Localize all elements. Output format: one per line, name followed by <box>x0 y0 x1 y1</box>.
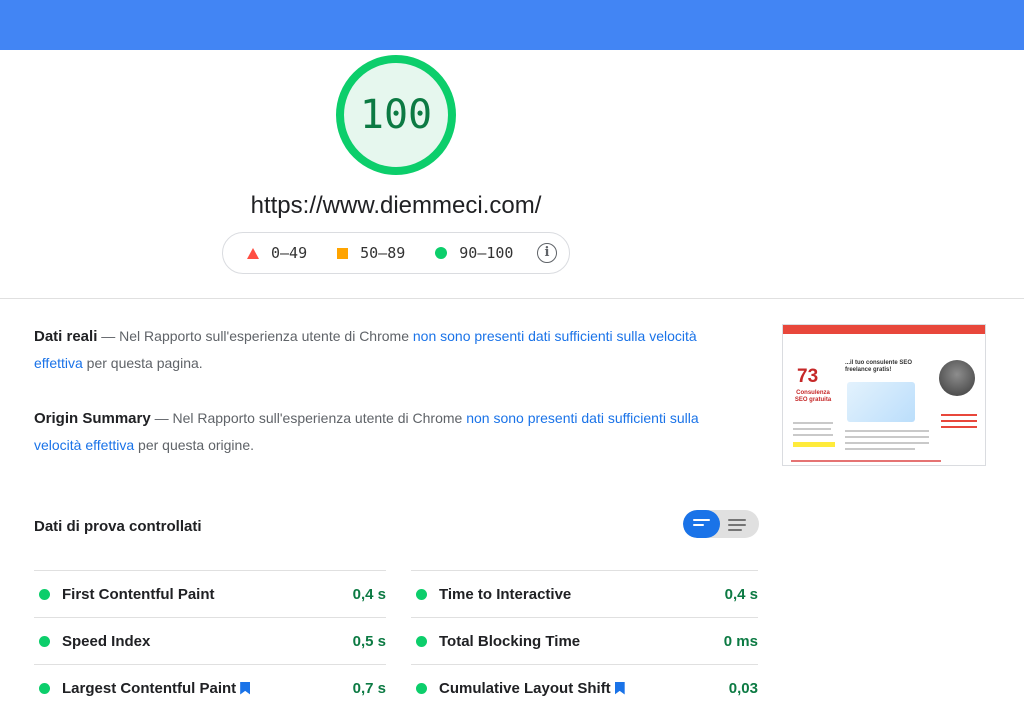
legend-pass-label: 90–100 <box>459 244 514 262</box>
triangle-icon <box>247 247 259 259</box>
metric-label: Largest Contentful Paint <box>62 679 237 697</box>
pass-circle-icon <box>416 635 427 647</box>
legend-average-label: 50–89 <box>360 244 406 262</box>
origin-summary-text: — Nel Rapporto sull'esperienza utente di… <box>150 410 467 426</box>
field-data-title: Dati reali <box>34 328 98 345</box>
thumbnail-text-line <box>793 422 833 424</box>
field-data-text-after: per questa pagina. <box>82 355 203 371</box>
bookmark-icon <box>240 681 251 695</box>
metric-row: Cumulative Layout Shift 0,03 <box>411 664 758 711</box>
origin-summary-text-after: per questa origine. <box>134 437 254 453</box>
square-icon <box>337 247 349 259</box>
metric-label: Total Blocking Time <box>439 632 581 650</box>
metric-row: Largest Contentful Paint 0,7 s <box>34 664 386 711</box>
circle-icon <box>435 247 448 259</box>
legend-fail-label: 0–49 <box>271 244 308 262</box>
thumbnail-left-label: Consulenza SEO gratuita <box>794 390 832 403</box>
metric-value-first-contentful-paint: 0,4 s <box>352 585 386 603</box>
section-divider <box>0 298 1024 299</box>
metric-label: First Contentful Paint <box>62 585 215 603</box>
metric-row: First Contentful Paint 0,4 s <box>34 570 386 617</box>
legend-average: 50–89 <box>337 244 405 262</box>
lab-data-title: Dati di prova controllati <box>34 518 202 535</box>
top-bar <box>0 0 1024 50</box>
metric-name-cumulative-layout-shift: Cumulative Layout Shift <box>439 680 625 697</box>
pass-circle-icon <box>416 588 427 600</box>
origin-summary-section: Origin Summary — Nel Rapporto sull'esper… <box>34 405 714 458</box>
thumbnail-header <box>783 325 985 334</box>
thumbnail-headline: ...il tuo consulente SEO freelance grati… <box>845 360 913 373</box>
info-icon[interactable]: i <box>537 243 557 263</box>
thumbnail-text-line <box>941 426 977 428</box>
bookmark-icon <box>614 681 625 695</box>
metric-name-largest-contentful-paint: Largest Contentful Paint <box>62 679 251 697</box>
metric-name-time-to-interactive: Time to Interactive <box>439 586 571 603</box>
compact-view-icon <box>693 519 710 529</box>
pass-circle-icon <box>39 635 50 647</box>
thumbnail-logo: 73 <box>797 366 819 387</box>
thumbnail-highlight <box>793 442 835 447</box>
legend-fail: 0–49 <box>247 244 307 262</box>
field-data-text: — Nel Rapporto sull'esperienza utente di… <box>97 328 413 344</box>
thumbnail-text-line <box>941 420 977 422</box>
thumbnail-text-line <box>941 414 977 416</box>
pass-circle-icon <box>416 682 427 694</box>
metric-label: Cumulative Layout Shift <box>439 679 611 697</box>
score-legend: 0–49 50–89 90–100 i <box>222 232 570 274</box>
thumbnail-text-line <box>793 434 833 436</box>
field-data-section: Dati reali — Nel Rapporto sull'esperienz… <box>34 323 714 376</box>
metric-row: Total Blocking Time 0 ms <box>411 617 758 664</box>
pass-circle-icon <box>39 588 50 600</box>
performance-score-gauge: 100 <box>334 53 458 177</box>
page-screenshot-thumbnail[interactable]: 73 Consulenza SEO gratuita ...il tuo con… <box>782 324 986 466</box>
metric-value-total-blocking-time: 0 ms <box>723 632 758 650</box>
thumbnail-text-line <box>793 428 831 430</box>
metric-value-largest-contentful-paint: 0,7 s <box>352 679 386 697</box>
metric-row: Speed Index 0,5 s <box>34 617 386 664</box>
metric-value-cumulative-layout-shift: 0,03 <box>728 679 758 697</box>
metric-name-first-contentful-paint: First Contentful Paint <box>62 586 215 603</box>
metric-value-time-to-interactive: 0,4 s <box>724 585 758 603</box>
score-value: 100 <box>359 92 433 138</box>
thumbnail-body: 73 Consulenza SEO gratuita ...il tuo con… <box>783 334 985 465</box>
metric-name-speed-index: Speed Index <box>62 633 150 650</box>
thumbnail-cookie-bar <box>791 460 941 462</box>
legend-pass: 90–100 <box>435 244 513 262</box>
tested-url: https://www.diemmeci.com/ <box>250 192 542 219</box>
thumbnail-text-line <box>845 448 915 450</box>
thumbnail-avatar <box>939 360 975 396</box>
expanded-view-icon[interactable] <box>728 519 746 534</box>
metric-name-total-blocking-time: Total Blocking Time <box>439 633 580 650</box>
metric-label: Speed Index <box>62 632 151 650</box>
pass-circle-icon <box>39 682 50 694</box>
origin-summary-title: Origin Summary <box>34 410 151 427</box>
thumbnail-text-line <box>845 442 929 444</box>
thumbnail-illustration <box>847 382 915 422</box>
metrics-view-toggle[interactable] <box>683 510 759 538</box>
metric-row: Time to Interactive 0,4 s <box>411 570 758 617</box>
thumbnail-text-line <box>845 430 929 432</box>
thumbnail-text-line <box>845 436 929 438</box>
metric-value-speed-index: 0,5 s <box>352 632 386 650</box>
toggle-compact-view[interactable] <box>683 510 720 538</box>
metric-label: Time to Interactive <box>439 585 572 603</box>
